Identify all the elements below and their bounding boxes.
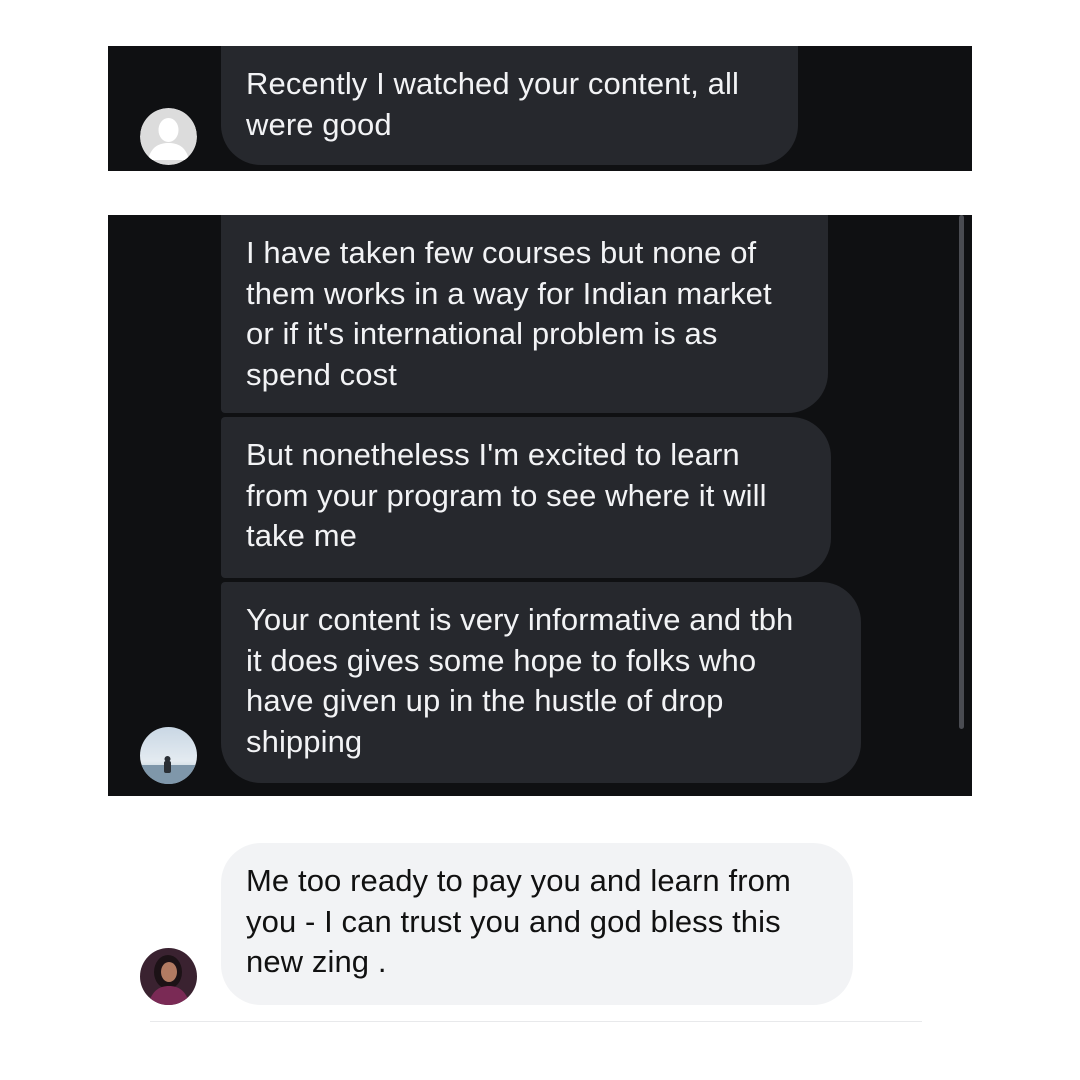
message-bubble[interactable]: Your content is very informative and tbh… <box>221 582 861 783</box>
chat-screenshot-2: I have taken few courses but none of the… <box>108 215 972 796</box>
message-bubble[interactable]: I have taken few courses but none of the… <box>221 215 828 413</box>
portrait-photo-avatar[interactable] <box>140 948 197 1005</box>
chat-screenshot-1: Recently I watched your content, all wer… <box>108 46 972 171</box>
message-bubble[interactable]: Recently I watched your content, all wer… <box>221 46 798 165</box>
message-bubble[interactable]: Me too ready to pay you and learn from y… <box>221 843 853 1005</box>
divider <box>150 1021 922 1022</box>
message-bubble[interactable]: But nonetheless I'm excited to learn fro… <box>221 417 831 578</box>
default-user-avatar-icon[interactable] <box>140 108 197 165</box>
scrollbar[interactable] <box>959 215 964 729</box>
beach-photo-avatar[interactable] <box>140 727 197 784</box>
